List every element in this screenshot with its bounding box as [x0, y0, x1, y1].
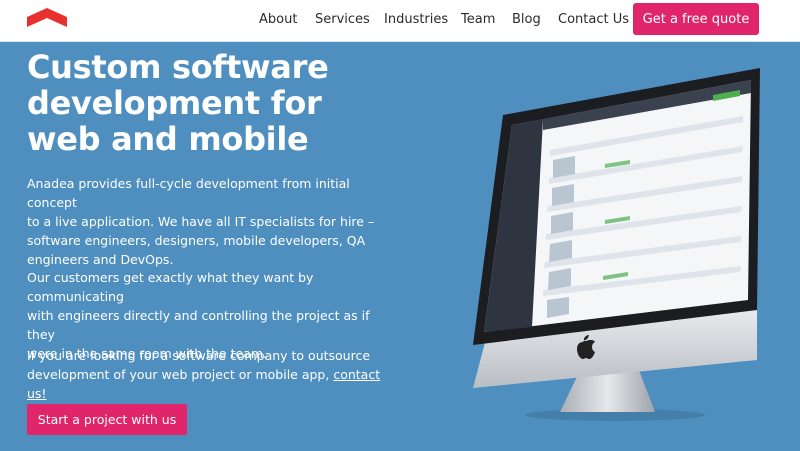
get-quote-button[interactable]: Get a free quote: [633, 3, 759, 35]
paragraph-line: If you are looking for a software compan…: [27, 348, 371, 363]
nav-blog[interactable]: Blog: [512, 12, 541, 27]
nav-contact-us[interactable]: Contact Us: [558, 12, 629, 27]
hero-title: Custom software development for web and …: [27, 49, 387, 157]
hero-title-line: development for: [27, 84, 322, 122]
hero-title-line: Custom software: [27, 48, 329, 86]
start-project-button[interactable]: Start a project with us: [27, 404, 187, 435]
logo-icon[interactable]: [27, 8, 67, 27]
paragraph-line: engineers and DevOps.: [27, 252, 174, 267]
nav-about[interactable]: About: [259, 12, 297, 27]
outsource-paragraph: If you are looking for a software compan…: [27, 346, 397, 403]
nav-services[interactable]: Services: [315, 12, 370, 27]
hero-title-line: web and mobile: [27, 120, 309, 158]
paragraph-line: to a live application. We have all IT sp…: [27, 214, 375, 229]
paragraph-line: Anadea provides full-cycle development f…: [27, 176, 350, 210]
top-navbar: About Services Industries Team Blog Cont…: [0, 0, 800, 42]
paragraph-line: development of your web project or mobil…: [27, 365, 397, 403]
intro-paragraph: Anadea provides full-cycle development f…: [27, 174, 397, 269]
paragraph-line: software engineers, designers, mobile de…: [27, 233, 366, 248]
imac-illustration: [473, 68, 760, 421]
paragraph-line: Our customers get exactly what they want…: [27, 270, 314, 304]
paragraph-line: with engineers directly and controlling …: [27, 308, 370, 342]
nav-team[interactable]: Team: [461, 12, 495, 27]
nav-industries[interactable]: Industries: [384, 12, 448, 27]
paragraph-text: development of your web project or mobil…: [27, 367, 330, 382]
